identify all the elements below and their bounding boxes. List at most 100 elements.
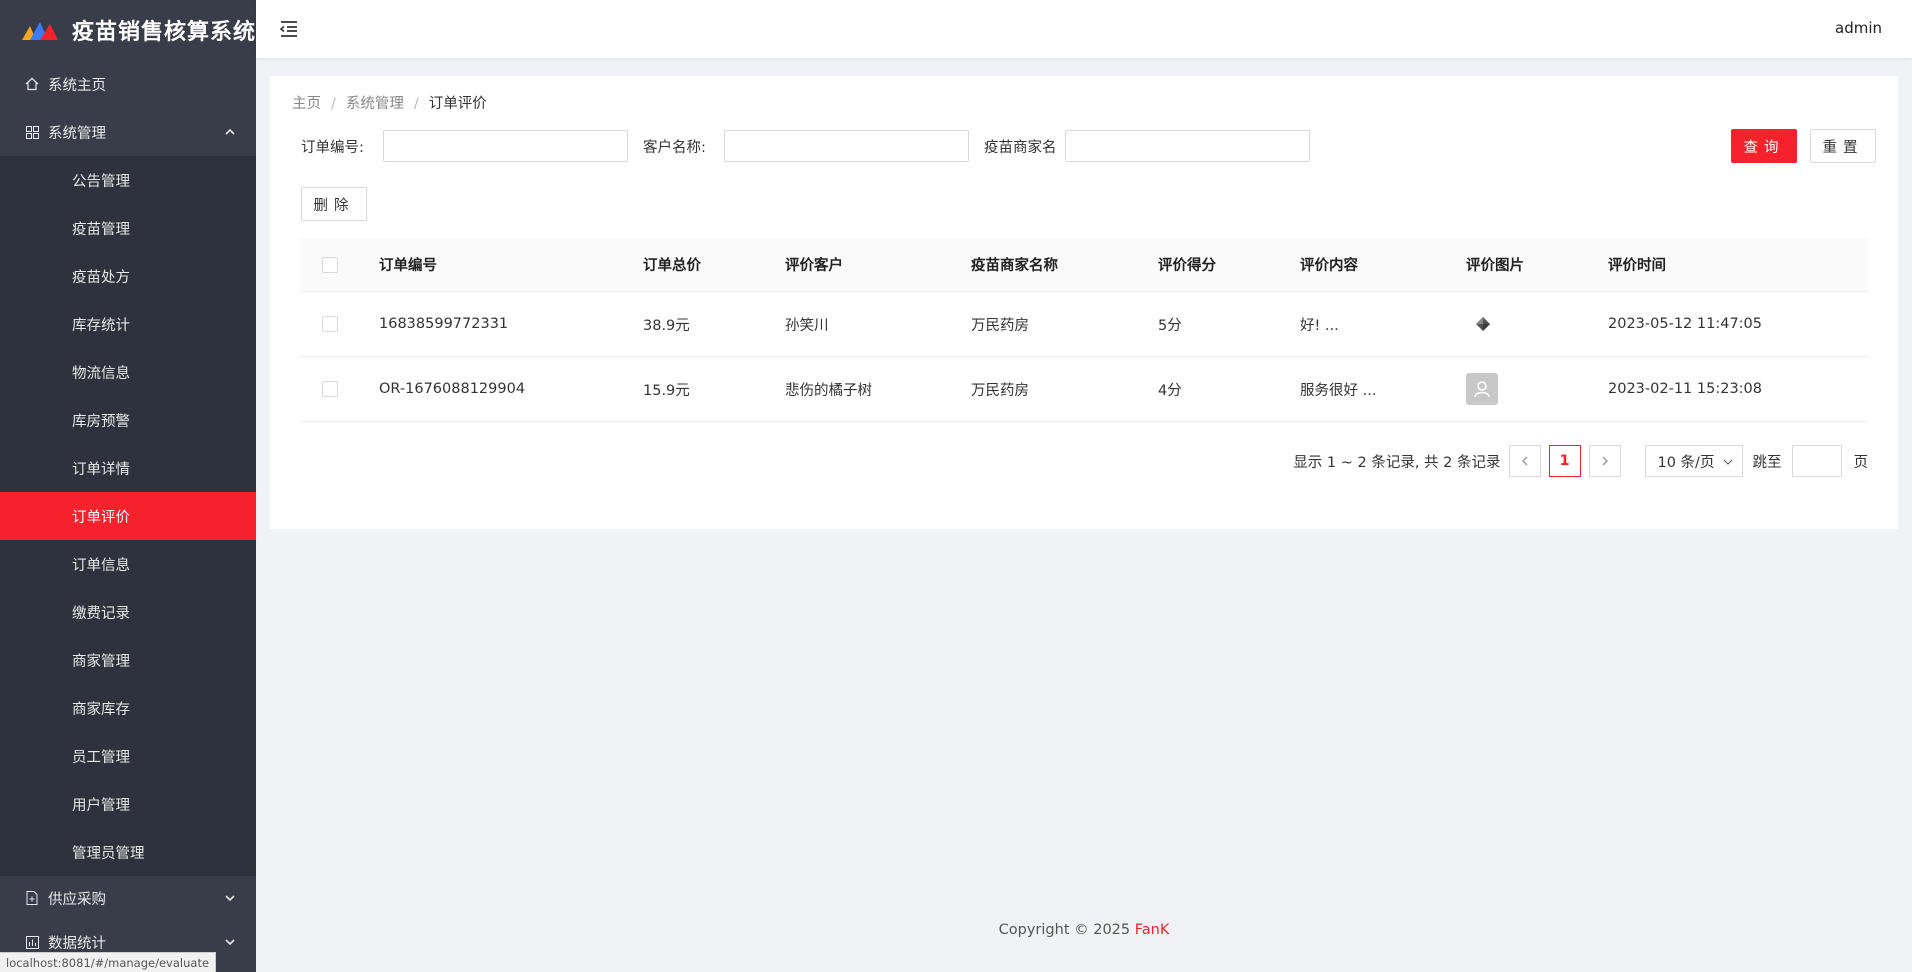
logo-icon — [22, 22, 58, 40]
app-title: 疫苗销售核算系统 — [72, 20, 256, 45]
time-cell: 2023-05-12 11:47:05 — [1608, 316, 1762, 332]
current-user[interactable]: admin — [1835, 19, 1882, 37]
table-header: 订单编号 订单总价 评价客户 疫苗商家名称 评价得分 评价内容 评价图片 评价时… — [300, 238, 1868, 292]
system-submenu: 公告管理 疫苗管理 疫苗处方 库存统计 物流信息 库房预警 订单详情 订单评价 … — [0, 156, 256, 876]
merchant-input[interactable] — [1065, 130, 1310, 162]
chart-icon — [24, 934, 40, 950]
jump-label: 跳至 — [1752, 454, 1782, 471]
column-header[interactable]: 评价得分 — [1158, 238, 1216, 291]
pagination: 显示 1 ~ 2 条记录, 共 2 条记录 1 10 条/页 跳至 页 — [1293, 444, 1868, 478]
content-cell: 服务很好 ... — [1300, 382, 1377, 399]
breadcrumb-current: 订单评价 — [428, 96, 487, 112]
column-header[interactable]: 订单编号 — [379, 238, 437, 291]
score-cell: 5分 — [1158, 317, 1182, 334]
prev-page-button[interactable] — [1508, 445, 1541, 477]
merchant-cell: 万民药房 — [971, 317, 1029, 334]
order-no-cell: OR-1676088129904 — [379, 381, 526, 397]
menu-supply-label: 供应采购 — [48, 891, 106, 908]
query-button[interactable]: 查询 — [1731, 129, 1797, 163]
order-no-cell: 16838599772331 — [379, 316, 509, 332]
customer-cell: 孙笑川 — [785, 317, 829, 334]
status-bar-url: localhost:8081/#/manage/evaluate — [0, 952, 217, 972]
sidebar-item-order-info[interactable]: 订单信息 — [0, 540, 256, 588]
product-thumbnail-icon[interactable] — [1472, 292, 1494, 356]
score-cell: 4分 — [1158, 382, 1182, 399]
chevron-down-icon — [225, 939, 235, 946]
main-card: 主页 / 系统管理 / 订单评价 订单编号: 客户名称: 疫苗商家名 查询 重置 删除 … — [270, 76, 1898, 529]
menu-home[interactable]: 系统主页 — [0, 60, 256, 108]
breadcrumb-home[interactable]: 主页 — [292, 96, 321, 112]
sidebar-item-merchant-stock[interactable]: 商家库存 — [0, 684, 256, 732]
next-page-button[interactable] — [1588, 445, 1621, 477]
chevron-up-icon — [225, 128, 235, 135]
sidebar-item-staff[interactable]: 员工管理 — [0, 732, 256, 780]
evaluation-table: 订单编号 订单总价 评价客户 疫苗商家名称 评价得分 评价内容 评价图片 评价时… — [300, 238, 1868, 422]
total-cell: 38.9元 — [643, 317, 690, 334]
column-header[interactable]: 疫苗商家名称 — [971, 238, 1058, 291]
menu-home-label: 系统主页 — [48, 77, 106, 94]
chevron-left-icon — [1521, 456, 1527, 466]
sidebar-item-order-details[interactable]: 订单详情 — [0, 444, 256, 492]
sidebar-item-users[interactable]: 用户管理 — [0, 780, 256, 828]
sidebar-item-payment[interactable]: 缴费记录 — [0, 588, 256, 636]
table-row[interactable]: 16838599772331 38.9元 孙笑川 万民药房 5分 好! ... … — [300, 292, 1868, 357]
content-cell: 好! ... — [1300, 317, 1339, 334]
sidebar-item-admins[interactable]: 管理员管理 — [0, 828, 256, 876]
menu-fold-icon[interactable] — [278, 18, 300, 40]
sidebar-item-inventory[interactable]: 库存统计 — [0, 300, 256, 348]
sidebar-item-prescription[interactable]: 疫苗处方 — [0, 252, 256, 300]
order-no-label: 订单编号: — [301, 140, 364, 156]
column-header[interactable]: 评价时间 — [1608, 238, 1666, 291]
sidebar-item-notice[interactable]: 公告管理 — [0, 156, 256, 204]
logo: 疫苗销售核算系统 — [0, 0, 256, 60]
breadcrumb-separator: / — [413, 96, 419, 112]
page-size-select[interactable]: 10 条/页 — [1644, 445, 1743, 477]
top-header: admin — [256, 0, 1912, 58]
document-icon — [24, 890, 40, 906]
sidebar-item-warehouse-alert[interactable]: 库房预警 — [0, 396, 256, 444]
row-checkbox[interactable] — [322, 316, 338, 332]
column-header[interactable]: 评价内容 — [1300, 238, 1358, 291]
menu-system[interactable]: 系统管理 — [0, 108, 256, 156]
time-cell: 2023-02-11 15:23:08 — [1608, 381, 1762, 397]
page-unit-label: 页 — [1853, 454, 1869, 471]
author-link[interactable]: FanK — [1135, 922, 1170, 938]
page-number-button[interactable]: 1 — [1548, 445, 1581, 477]
copyright-text: Copyright © 2025 — [998, 922, 1131, 938]
page-size-value: 10 条/页 — [1657, 454, 1715, 471]
table-row[interactable]: OR-1676088129904 15.9元 悲伤的橘子树 万民药房 4分 服务… — [300, 357, 1868, 422]
total-cell: 15.9元 — [643, 382, 690, 399]
chevron-down-icon — [1723, 459, 1732, 465]
breadcrumb-separator: / — [331, 96, 336, 112]
customer-input[interactable] — [724, 130, 969, 162]
column-header[interactable]: 评价客户 — [785, 238, 843, 291]
column-header[interactable]: 订单总价 — [643, 238, 701, 291]
jump-page-input[interactable] — [1791, 445, 1842, 477]
sidebar-item-merchant[interactable]: 商家管理 — [0, 636, 256, 684]
customer-cell: 悲伤的橘子树 — [785, 382, 872, 399]
reset-button[interactable]: 重置 — [1810, 129, 1876, 163]
sidebar: 疫苗销售核算系统 系统主页 系统管理 公告管理 疫苗管理 疫苗处方 库存统计 物… — [0, 0, 256, 972]
sidebar-item-order-evaluation[interactable]: 订单评价 — [0, 492, 256, 540]
sidebar-item-vaccine[interactable]: 疫苗管理 — [0, 204, 256, 252]
order-no-input[interactable] — [383, 130, 628, 162]
customer-label: 客户名称: — [643, 140, 706, 156]
footer: Copyright © 2025 FanK — [256, 922, 1912, 938]
column-header[interactable]: 评价图片 — [1466, 238, 1524, 291]
menu-stats-label: 数据统计 — [48, 935, 106, 952]
select-all-checkbox[interactable] — [322, 256, 338, 273]
breadcrumb-section[interactable]: 系统管理 — [346, 96, 404, 112]
chevron-right-icon — [1602, 456, 1608, 466]
avatar-placeholder-icon[interactable] — [1466, 357, 1498, 421]
menu-supply[interactable]: 供应采购 — [0, 876, 256, 920]
chevron-down-icon — [225, 895, 235, 902]
sidebar-item-logistics[interactable]: 物流信息 — [0, 348, 256, 396]
delete-button[interactable]: 删除 — [301, 187, 367, 221]
menu-system-label: 系统管理 — [48, 125, 106, 142]
merchant-label: 疫苗商家名 — [984, 140, 1057, 156]
row-checkbox[interactable] — [322, 381, 338, 397]
merchant-cell: 万民药房 — [971, 382, 1029, 399]
pagination-summary: 显示 1 ~ 2 条记录, 共 2 条记录 — [1293, 454, 1501, 471]
breadcrumb: 主页 / 系统管理 / 订单评价 — [292, 92, 487, 113]
grid-icon — [24, 124, 40, 140]
